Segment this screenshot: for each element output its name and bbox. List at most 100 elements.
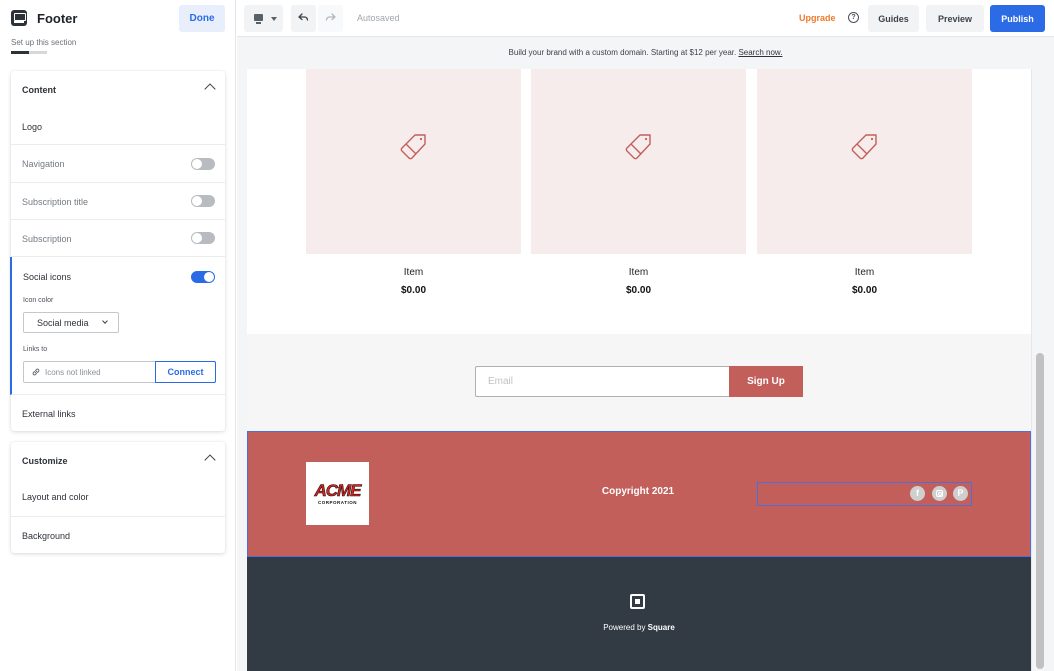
price-tag-icon bbox=[625, 134, 651, 160]
powered-by-brand: Square bbox=[647, 623, 675, 632]
links-to-label: Links to bbox=[23, 346, 48, 353]
desktop-icon bbox=[254, 14, 263, 24]
footer-section-icon bbox=[11, 10, 27, 26]
undo-icon bbox=[298, 13, 309, 21]
chevron-up-icon[interactable] bbox=[204, 83, 216, 95]
upgrade-link[interactable]: Upgrade bbox=[799, 13, 836, 23]
panel-subtitle: Set up this section bbox=[11, 38, 77, 47]
navigation-toggle[interactable] bbox=[191, 158, 215, 170]
pinterest-icon[interactable]: P bbox=[953, 486, 968, 501]
content-card: Content Logo Navigation Subscription tit… bbox=[10, 71, 225, 432]
undo-button[interactable] bbox=[291, 5, 316, 32]
product-price: $0.00 bbox=[851, 285, 878, 296]
row-label: Navigation bbox=[22, 159, 65, 169]
product-image-placeholder bbox=[531, 69, 746, 254]
logo-subtext: CORPORATION bbox=[318, 500, 357, 505]
setup-progress-fill bbox=[11, 51, 29, 54]
search-domain-link[interactable]: Search now. bbox=[738, 48, 782, 57]
acme-logo[interactable]: ACME CORPORATION bbox=[306, 462, 369, 525]
row-label: Subscription bbox=[22, 234, 72, 244]
row-background[interactable]: Background bbox=[11, 517, 225, 553]
subscription-section: Sign Up bbox=[247, 334, 1031, 431]
scrollbar-thumb[interactable] bbox=[1036, 353, 1044, 669]
row-label: Social icons bbox=[23, 272, 72, 282]
instagram-icon[interactable] bbox=[932, 486, 947, 501]
subscription-toggle[interactable] bbox=[191, 232, 215, 244]
redo-icon bbox=[325, 13, 336, 21]
product-name: Item bbox=[854, 267, 875, 278]
customize-card: Customize Layout and color Background bbox=[11, 442, 225, 553]
social-icons-toggle[interactable] bbox=[191, 271, 215, 283]
done-button[interactable]: Done bbox=[179, 5, 225, 32]
product-name: Item bbox=[628, 267, 649, 278]
square-logo-icon bbox=[630, 594, 645, 609]
connect-button[interactable]: Connect bbox=[155, 361, 216, 383]
link-icon bbox=[32, 368, 40, 376]
product-card[interactable]: Item $0.00 bbox=[306, 69, 521, 296]
help-icon[interactable]: ? bbox=[848, 12, 859, 23]
instagram-glyph bbox=[936, 490, 943, 497]
item-grid: Item $0.00 Item $0.00 Item $0.00 bbox=[247, 69, 1031, 334]
logo-wordmark: ACME bbox=[314, 481, 362, 501]
content-heading: Content bbox=[22, 85, 56, 95]
section-settings-panel: Footer Set up this section Done Content … bbox=[0, 0, 236, 671]
customize-heading: Customize bbox=[22, 456, 68, 466]
email-input[interactable] bbox=[475, 366, 730, 397]
price-tag-icon bbox=[400, 134, 426, 160]
row-subscription[interactable]: Subscription bbox=[11, 220, 225, 257]
sign-up-button[interactable]: Sign Up bbox=[729, 366, 803, 397]
guides-button[interactable]: Guides bbox=[868, 5, 919, 32]
editor-toolbar: Autosaved Upgrade ? Guides Preview Publi… bbox=[237, 0, 1054, 37]
powered-by-label: Powered by bbox=[603, 623, 648, 632]
preview-button[interactable]: Preview bbox=[926, 5, 984, 32]
row-navigation[interactable]: Navigation bbox=[11, 145, 225, 183]
product-card[interactable]: Item $0.00 bbox=[531, 69, 746, 296]
facebook-icon[interactable]: f bbox=[910, 486, 925, 501]
icon-color-select[interactable]: Social media bbox=[23, 312, 119, 333]
powered-by-text: Powered by Square bbox=[247, 623, 1031, 632]
row-label: Subscription title bbox=[22, 197, 89, 207]
product-image-placeholder bbox=[757, 69, 972, 254]
panel-title: Footer bbox=[37, 11, 78, 26]
redo-button[interactable] bbox=[318, 5, 343, 32]
row-layout-and-color[interactable]: Layout and color bbox=[11, 479, 225, 517]
site-editor: Footer Set up this section Done Content … bbox=[0, 0, 1054, 671]
row-label: Logo bbox=[22, 122, 43, 132]
row-social-icons: Social icons Icon color Social media Lin… bbox=[10, 257, 225, 395]
icon-color-label: Icon color bbox=[23, 297, 54, 304]
device-preview-dropdown[interactable] bbox=[244, 5, 283, 32]
content-card-header[interactable]: Content bbox=[11, 71, 225, 108]
product-price: $0.00 bbox=[400, 285, 427, 296]
row-label: Layout and color bbox=[22, 492, 89, 502]
customize-card-header[interactable]: Customize bbox=[11, 442, 225, 479]
price-tag-icon bbox=[851, 134, 877, 160]
icon-color-value: Social media bbox=[37, 318, 89, 328]
canvas-scrollbar[interactable] bbox=[1031, 69, 1054, 671]
banner-text: Build your brand with a custom domain. S… bbox=[508, 48, 739, 57]
chevron-up-icon[interactable] bbox=[204, 454, 216, 466]
caret-down-icon bbox=[271, 17, 277, 21]
subscription-title-toggle[interactable] bbox=[191, 195, 215, 207]
row-external-links[interactable]: External links bbox=[11, 395, 225, 432]
site-preview: Item $0.00 Item $0.00 Item $0.00 Sign Up bbox=[247, 69, 1031, 671]
product-card[interactable]: Item $0.00 bbox=[757, 69, 972, 296]
row-label: External links bbox=[22, 409, 76, 419]
domain-promo-banner: Build your brand with a custom domain. S… bbox=[237, 37, 1054, 69]
setup-progress-bar bbox=[11, 51, 47, 54]
social-links-field: Connect bbox=[23, 361, 216, 383]
chevron-down-icon bbox=[102, 318, 108, 324]
row-subscription-title[interactable]: Subscription title bbox=[11, 183, 225, 220]
powered-by-section: Powered by Square bbox=[247, 557, 1031, 671]
product-name: Item bbox=[403, 267, 424, 278]
publish-button[interactable]: Publish bbox=[990, 5, 1045, 32]
social-links-input[interactable] bbox=[45, 362, 155, 382]
copyright-text: Copyright 2021 bbox=[601, 486, 675, 497]
row-logo[interactable]: Logo bbox=[11, 108, 225, 145]
panel-header: Footer Set up this section Done bbox=[0, 0, 236, 62]
autosave-status: Autosaved bbox=[357, 13, 400, 23]
social-icons-group[interactable]: f P bbox=[757, 482, 972, 506]
row-label: Background bbox=[22, 531, 71, 541]
product-price: $0.00 bbox=[625, 285, 652, 296]
product-image-placeholder bbox=[306, 69, 521, 254]
footer-section[interactable]: ACME CORPORATION Copyright 2021 f P bbox=[247, 431, 1031, 557]
